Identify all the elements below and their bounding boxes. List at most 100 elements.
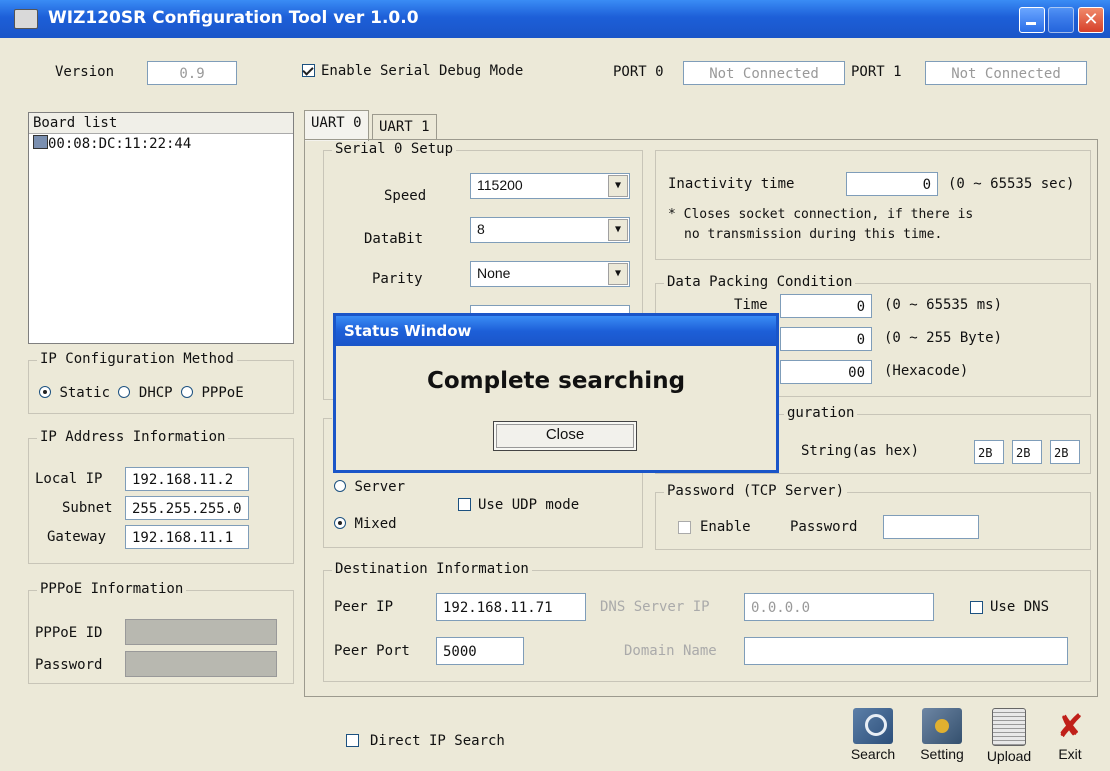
- peer-port-label: Peer Port: [334, 643, 410, 659]
- ip-config-title: IP Configuration Method: [37, 351, 237, 367]
- port0-status: Not Connected: [683, 61, 845, 85]
- debug-mode-checkbox[interactable]: [302, 64, 315, 77]
- board-list[interactable]: Board list 00:08:DC:11:22:44: [28, 112, 294, 344]
- pppoe-title: PPPoE Information: [37, 581, 187, 597]
- speed-label: Speed: [384, 188, 427, 204]
- setting-button[interactable]: Setting: [912, 708, 972, 762]
- minimize-button[interactable]: [1019, 7, 1045, 33]
- use-dns-label: Use DNS: [990, 599, 1050, 615]
- password-enable-checkbox[interactable]: [678, 521, 691, 534]
- packing-char-range: (Hexacode): [884, 363, 969, 379]
- chevron-down-icon: ▼: [608, 175, 628, 197]
- peer-ip-field[interactable]: 192.168.11.71: [436, 593, 586, 621]
- speed-select[interactable]: 115200 ▼: [470, 173, 630, 199]
- upload-button-label: Upload: [986, 748, 1032, 764]
- use-dns-checkbox[interactable]: [970, 601, 983, 614]
- upload-button[interactable]: Upload: [980, 708, 1038, 764]
- inactivity-note-1: * Closes socket connection, if there is: [668, 207, 974, 222]
- tab-uart1[interactable]: UART 1: [372, 114, 437, 139]
- packing-time-label: Time: [734, 297, 768, 313]
- domain-name-label: Domain Name: [624, 643, 717, 659]
- dns-server-field[interactable]: 0.0.0.0: [744, 593, 934, 621]
- packing-size-range: (0 ~ 255 Byte): [884, 330, 1003, 346]
- radio-static[interactable]: [39, 386, 51, 398]
- inactivity-field[interactable]: 0: [846, 172, 938, 196]
- version-field: 0.9: [147, 61, 237, 85]
- search-button[interactable]: Search: [845, 708, 901, 762]
- packing-char-field[interactable]: 00: [780, 360, 872, 384]
- pppoe-label: PPPoE: [201, 385, 244, 401]
- close-window-button[interactable]: ✕: [1078, 7, 1104, 33]
- inactivity-range: (0 ~ 65535 sec): [948, 176, 1075, 192]
- ip-config-group: IP Configuration Method Static DHCP PPPo…: [28, 351, 294, 414]
- databit-value: 8: [477, 221, 485, 237]
- peer-port-field[interactable]: 5000: [436, 637, 524, 665]
- pppoe-id-field[interactable]: [125, 619, 277, 645]
- mixed-label: Mixed: [354, 516, 397, 532]
- dns-server-label: DNS Server IP: [600, 599, 710, 615]
- board-list-header: Board list: [29, 113, 293, 134]
- radio-dhcp[interactable]: [118, 386, 131, 398]
- trigger-char-3[interactable]: 2B: [1050, 440, 1080, 464]
- trigger-char-2[interactable]: 2B: [1012, 440, 1042, 464]
- udp-mode-checkbox[interactable]: [458, 498, 471, 511]
- title-bar: WIZ120SR Configuration Tool ver 1.0.0 ✕: [0, 0, 1110, 38]
- static-label: Static: [59, 385, 111, 401]
- local-ip-label: Local IP: [35, 471, 103, 487]
- status-window: Status Window Complete searching Close: [333, 313, 779, 473]
- peer-ip-label: Peer IP: [334, 599, 394, 615]
- gateway-field[interactable]: 192.168.11.1: [125, 525, 249, 549]
- trigger-string-label: String(as hex): [801, 443, 920, 459]
- status-window-title: Status Window: [336, 316, 776, 346]
- board-list-item[interactable]: 00:08:DC:11:22:44: [29, 134, 293, 154]
- destination-title: Destination Information: [332, 561, 532, 577]
- app-icon: [14, 9, 38, 29]
- ip-info-title: IP Address Information: [37, 429, 229, 445]
- search-icon: [853, 708, 893, 744]
- port1-status: Not Connected: [925, 61, 1087, 85]
- setting-icon: [922, 708, 962, 744]
- maximize-button[interactable]: [1048, 7, 1074, 33]
- subnet-field[interactable]: 255.255.255.0: [125, 496, 249, 520]
- version-label: Version: [55, 64, 115, 80]
- exit-button[interactable]: ✘ Exit: [1046, 708, 1094, 762]
- search-button-label: Search: [850, 746, 896, 762]
- radio-mixed[interactable]: [334, 517, 346, 529]
- password-tcp-label: Password: [790, 519, 858, 535]
- port0-label: PORT 0: [613, 64, 664, 80]
- inactivity-group: Inactivity time 0 (0 ~ 65535 sec) * Clos…: [655, 150, 1091, 260]
- local-ip-field[interactable]: 192.168.11.2: [125, 467, 249, 491]
- pppoe-password-label: Password: [35, 657, 103, 673]
- serial-setup-title: Serial 0 Setup: [332, 141, 457, 157]
- direct-ip-checkbox[interactable]: [346, 734, 359, 747]
- pppoe-password-field[interactable]: [125, 651, 277, 677]
- password-tcp-title: Password (TCP Server): [664, 483, 848, 499]
- databit-select[interactable]: 8 ▼: [470, 217, 630, 243]
- parity-select[interactable]: None ▼: [470, 261, 630, 287]
- trigger-char-1[interactable]: 2B: [974, 440, 1004, 464]
- debug-mode-label: Enable Serial Debug Mode: [321, 63, 524, 79]
- databit-label: DataBit: [364, 231, 424, 247]
- dialog-close-button[interactable]: Close: [493, 421, 637, 451]
- exit-icon: ✘: [1056, 707, 1084, 745]
- inactivity-note-2: no transmission during this time.: [684, 227, 943, 242]
- server-label: Server: [354, 479, 406, 495]
- packing-time-field[interactable]: 0: [780, 294, 872, 318]
- tab-uart0[interactable]: UART 0: [304, 110, 369, 141]
- domain-name-field[interactable]: [744, 637, 1068, 665]
- radio-server[interactable]: [334, 480, 346, 492]
- packing-time-range: (0 ~ 65535 ms): [884, 297, 1003, 313]
- subnet-label: Subnet: [62, 500, 113, 516]
- window-title: WIZ120SR Configuration Tool ver 1.0.0: [48, 8, 419, 28]
- radio-pppoe[interactable]: [181, 386, 194, 398]
- inactivity-label: Inactivity time: [668, 176, 795, 192]
- dhcp-label: DHCP: [138, 385, 173, 401]
- gateway-label: Gateway: [47, 529, 107, 545]
- data-packing-title: Data Packing Condition: [664, 274, 856, 290]
- password-tcp-field[interactable]: [883, 515, 979, 539]
- setting-button-label: Setting: [920, 746, 964, 762]
- udp-mode-label: Use UDP mode: [478, 497, 580, 513]
- speed-value: 115200: [477, 177, 523, 193]
- password-enable-label: Enable: [700, 519, 751, 535]
- packing-size-field[interactable]: 0: [780, 327, 872, 351]
